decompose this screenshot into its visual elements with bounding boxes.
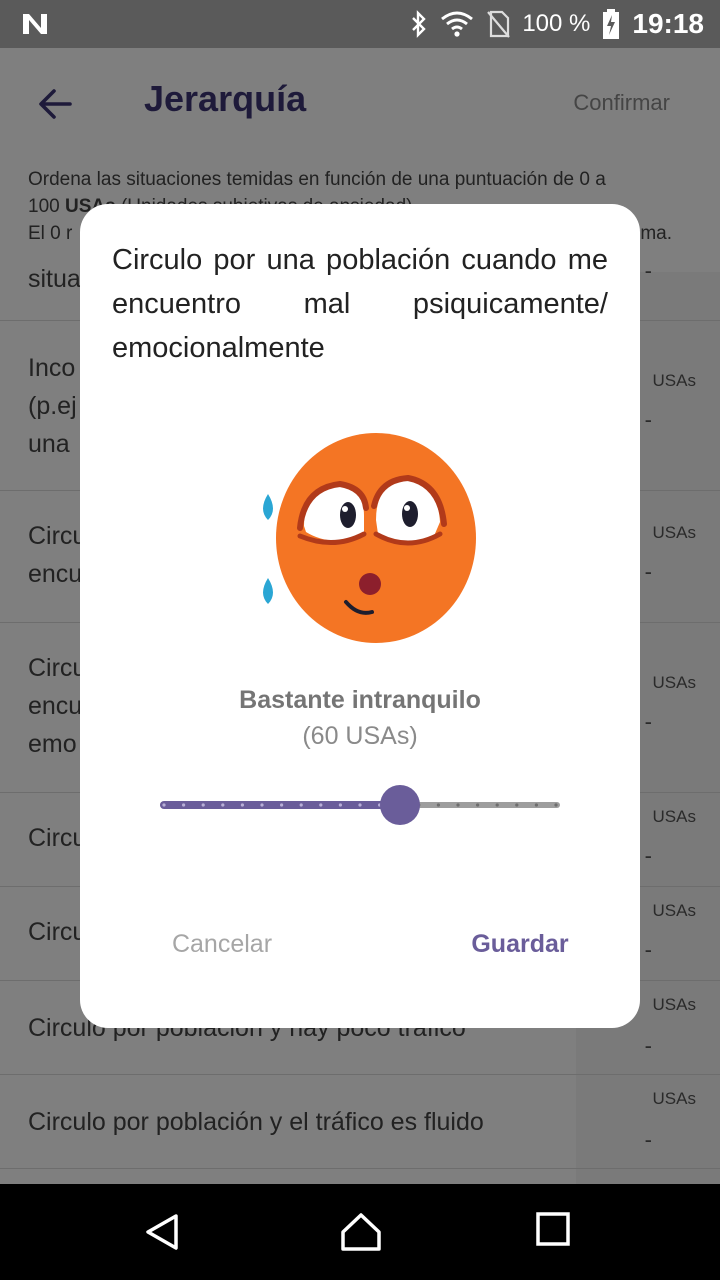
- cancel-button[interactable]: Cancelar: [140, 930, 304, 966]
- rating-dialog: Circulo por una población cuando me encu…: [80, 204, 640, 1028]
- slider-tick: [338, 803, 342, 807]
- slider-tick: [280, 803, 284, 807]
- battery-charging-icon: [603, 9, 620, 39]
- slider-tick: [436, 803, 440, 807]
- status-bar: 100 % 19:18: [0, 0, 720, 48]
- slider-tick: [319, 803, 323, 807]
- slider-tick: [495, 803, 499, 807]
- slider-tick: [221, 803, 225, 807]
- slider-step-ticks: [162, 803, 558, 807]
- anxious-sweating-face-icon: [263, 433, 476, 643]
- slider-tick: [515, 803, 519, 807]
- n-logo-icon: [23, 14, 47, 34]
- anxiety-slider[interactable]: [160, 784, 560, 826]
- dialog-title: Circulo por una población cuando me encu…: [112, 244, 608, 364]
- slider-tick: [534, 803, 538, 807]
- slider-tick: [201, 803, 205, 807]
- slider-tick: [299, 803, 303, 807]
- home-icon[interactable]: [340, 1212, 382, 1252]
- slider-tick: [476, 803, 480, 807]
- slider-tick: [182, 803, 186, 807]
- battery-percent: 100 %: [522, 10, 591, 37]
- no-sim-icon: [487, 10, 511, 38]
- slider-tick: [456, 803, 460, 807]
- navigation-bar: [0, 1184, 720, 1280]
- recents-icon[interactable]: [536, 1212, 570, 1246]
- slider-tick: [240, 803, 244, 807]
- status-icons: 100 % 19:18: [410, 0, 704, 48]
- save-button[interactable]: Guardar: [440, 930, 600, 966]
- slider-tick: [162, 803, 166, 807]
- back-triangle-icon[interactable]: [142, 1212, 182, 1252]
- slider-tick: [554, 803, 558, 807]
- slider-thumb[interactable]: [380, 785, 420, 825]
- anxiety-level-label: Bastante intranquilo: [239, 686, 481, 714]
- bluetooth-icon: [412, 10, 427, 38]
- slider-tick: [358, 803, 362, 807]
- wifi-icon: [441, 11, 474, 37]
- status-time: 19:18: [632, 8, 704, 39]
- slider-tick: [260, 803, 264, 807]
- anxiety-level-value: (60 USAs): [302, 722, 418, 750]
